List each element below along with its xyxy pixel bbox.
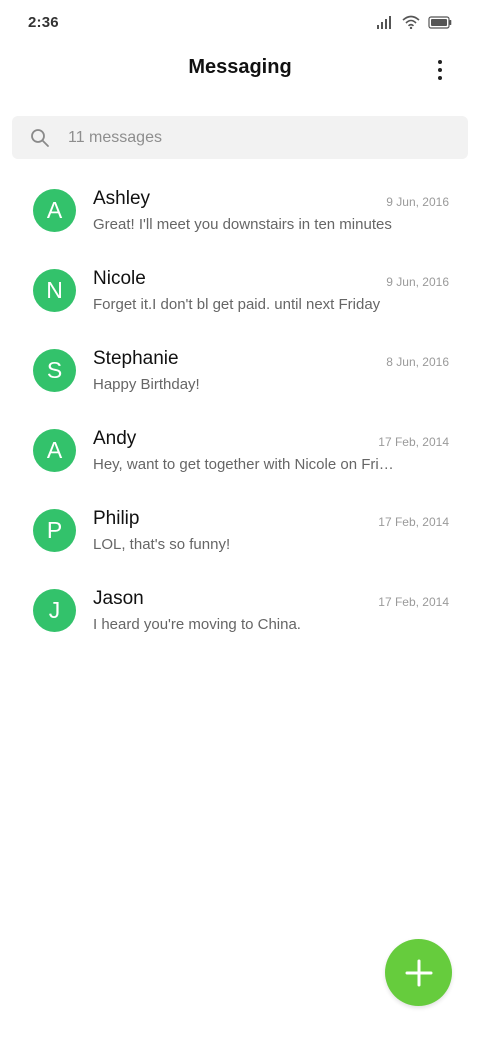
search-icon xyxy=(31,128,49,147)
more-vertical-icon xyxy=(438,60,442,80)
contact-name: Andy xyxy=(93,428,137,449)
page-title: Messaging xyxy=(188,56,292,78)
avatar: J xyxy=(33,589,76,632)
search-input[interactable] xyxy=(66,127,430,148)
avatar: A xyxy=(33,189,76,232)
conversation-item[interactable]: N Nicole 9 Jun, 2016 Forget it.I don't b… xyxy=(0,250,480,330)
avatar: S xyxy=(33,349,76,392)
battery-icon xyxy=(428,15,452,29)
avatar: P xyxy=(33,509,76,552)
avatar: N xyxy=(33,269,76,312)
conversation-item[interactable]: S Stephanie 8 Jun, 2016 Happy Birthday! xyxy=(0,330,480,410)
conversation-list: A Ashley 9 Jun, 2016 Great! I'll meet yo… xyxy=(0,170,480,650)
new-message-button[interactable] xyxy=(385,939,452,1006)
avatar: A xyxy=(33,429,76,472)
contact-name: Philip xyxy=(93,508,140,529)
message-date: 17 Feb, 2014 xyxy=(378,515,449,529)
message-date: 17 Feb, 2014 xyxy=(378,595,449,609)
conversation-item[interactable]: P Philip 17 Feb, 2014 LOL, that's so fun… xyxy=(0,490,480,570)
conversation-item[interactable]: A Andy 17 Feb, 2014 Hey, want to get tog… xyxy=(0,410,480,490)
message-preview: Forget it.I don't bl get paid. until nex… xyxy=(93,296,381,313)
wifi-icon xyxy=(402,15,420,29)
message-preview: LOL, that's so funny! xyxy=(93,536,231,553)
conversation-item[interactable]: A Ashley 9 Jun, 2016 Great! I'll meet yo… xyxy=(0,170,480,250)
message-preview: Great! I'll meet you downstairs in ten m… xyxy=(93,216,392,233)
message-date: 9 Jun, 2016 xyxy=(386,195,449,209)
conversation-item[interactable]: J Jason 17 Feb, 2014 I heard you're movi… xyxy=(0,570,480,650)
contact-name: Ashley xyxy=(93,188,151,209)
contact-name: Stephanie xyxy=(93,348,179,369)
plus-icon xyxy=(405,959,432,986)
status-icons xyxy=(376,15,452,29)
more-options-button[interactable] xyxy=(426,54,454,86)
message-date: 17 Feb, 2014 xyxy=(378,435,449,449)
message-date: 8 Jun, 2016 xyxy=(386,355,449,369)
status-bar: 2:36 xyxy=(0,0,480,44)
status-time: 2:36 xyxy=(28,13,59,31)
message-preview: Happy Birthday! xyxy=(93,376,200,393)
message-preview: Hey, want to get together with Nicole on… xyxy=(93,456,399,473)
message-date: 9 Jun, 2016 xyxy=(386,275,449,289)
message-preview: I heard you're moving to China. xyxy=(93,616,301,633)
search-bar[interactable] xyxy=(12,116,468,159)
signal-icon xyxy=(377,16,391,29)
contact-name: Jason xyxy=(93,588,144,609)
app-header: Messaging xyxy=(0,44,480,96)
contact-name: Nicole xyxy=(93,268,146,289)
